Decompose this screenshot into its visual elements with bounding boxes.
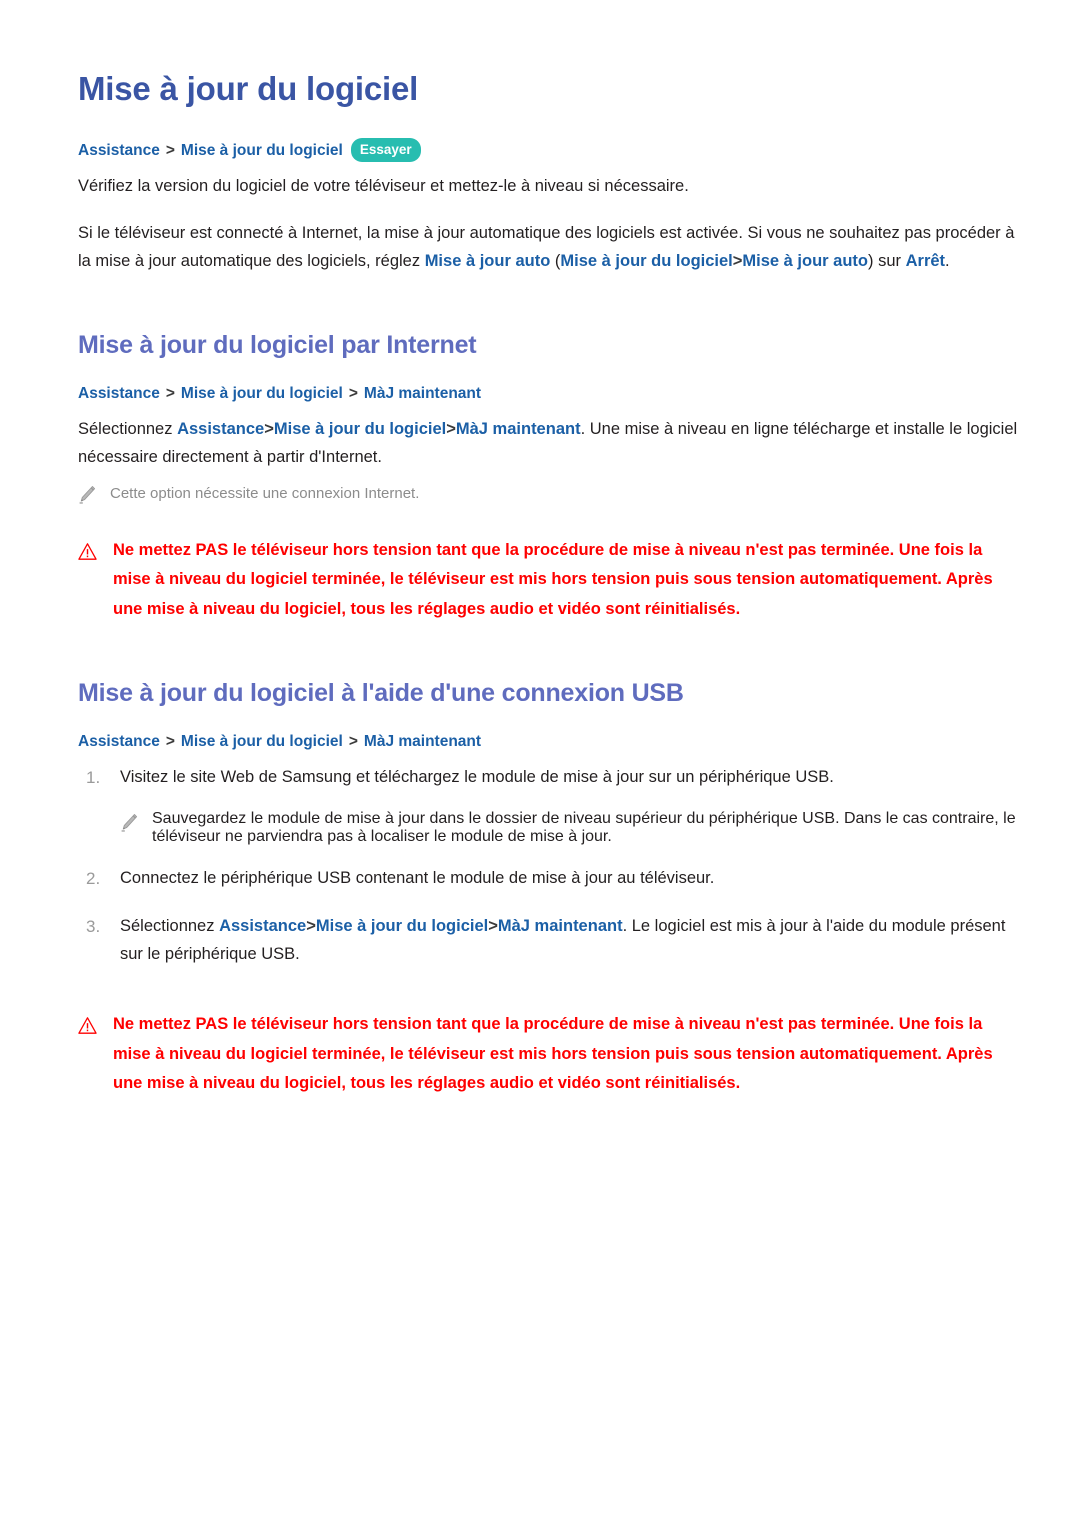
section-heading-internet: Mise à jour du logiciel par Internet [78,330,477,359]
paragraph-auto-update: Si le téléviseur est connecté à Internet… [78,219,1020,276]
link-assistance[interactable]: Assistance [177,420,264,438]
inline-separator-icon: > [446,419,456,438]
link-mise-a-jour-auto-1[interactable]: Mise à jour auto [425,252,551,270]
breadcrumb-item-software-update[interactable]: Mise à jour du logiciel [181,730,343,753]
warning-triangle-icon [78,542,97,561]
list-item-text: Sélectionnez Assistance>Mise à jour du l… [120,912,1020,969]
warning-block-usb: Ne mettez PAS le téléviseur hors tension… [78,1010,1020,1098]
breadcrumb-item-software-update[interactable]: Mise à jour du logiciel [181,382,343,405]
inline-separator-icon: > [488,916,498,935]
note-internet-connection: Cette option nécessite une connexion Int… [78,482,1020,506]
breadcrumb-item-update-now[interactable]: MàJ maintenant [364,382,481,405]
breadcrumb-section2: Assistance > Mise à jour du logiciel > M… [78,382,1020,405]
text-run: Sélectionnez [120,916,220,935]
list-item-text: Visitez le site Web de Samsung et téléch… [120,768,834,787]
note-save-to-root: Sauvegardez le module de mise à jour dan… [78,810,1020,846]
breadcrumb-item-assistance[interactable]: Assistance [78,382,160,405]
text-run: Sélectionnez [78,419,178,438]
breadcrumb-item-assistance[interactable]: Assistance [78,730,160,753]
warning-line: Ne mettez PAS le téléviseur hors tension… [113,1015,964,1034]
warning-text: Ne mettez PAS le téléviseur hors tension… [113,536,1020,624]
link-assistance[interactable]: Assistance [219,917,306,935]
section-heading-usb: Mise à jour du logiciel à l'aide d'une c… [78,678,684,707]
link-arret[interactable]: Arrêt [906,252,945,270]
breadcrumb-separator-icon: > [348,732,358,750]
spacer-row [78,894,1020,912]
try-badge[interactable]: Essayer [350,137,421,163]
text-run: ( [550,252,561,271]
inline-separator-icon: > [306,916,316,935]
warning-line: Ne mettez PAS le téléviseur hors tension… [113,540,964,559]
breadcrumb-section3: Assistance > Mise à jour du logiciel > M… [78,730,1020,753]
inline-separator-icon: > [732,252,743,271]
inline-separator-icon: > [264,419,274,438]
pencil-icon [78,485,96,505]
warning-text: Ne mettez PAS le téléviseur hors tension… [113,1010,1020,1098]
link-maj-maintenant[interactable]: MàJ maintenant [456,420,581,438]
note-text: Sauvegardez le module de mise à jour dan… [152,810,1016,846]
warning-block-internet: Ne mettez PAS le téléviseur hors tension… [78,536,1020,624]
page-title: Mise à jour du logiciel [78,70,419,107]
breadcrumb-separator-icon: > [165,141,175,159]
link-mise-a-jour-du-logiciel[interactable]: Mise à jour du logiciel [274,420,446,438]
pencil-icon [120,813,138,833]
breadcrumb-separator-icon: > [165,732,175,750]
list-item: 1. Visitez le site Web de Samsung et tél… [78,763,1020,792]
paragraph-internet-update: Sélectionnez Assistance>Mise à jour du l… [78,415,1020,472]
breadcrumb-item-software-update[interactable]: Mise à jour du logiciel [181,139,343,162]
link-mise-a-jour-auto-2[interactable]: Mise à jour auto [742,252,868,270]
list-item: 3. Sélectionnez Assistance>Mise à jour d… [78,912,1020,969]
breadcrumb-separator-icon: > [165,384,175,402]
list-item-text: Connectez le périphérique USB contenant … [120,869,715,888]
usb-steps-list: 1. Visitez le site Web de Samsung et tél… [78,763,1020,968]
text-run: . [945,252,950,271]
list-item-number: 3. [86,916,101,936]
link-mise-a-jour-du-logiciel[interactable]: Mise à jour du logiciel [560,252,732,270]
link-mise-a-jour-du-logiciel[interactable]: Mise à jour du logiciel [316,917,488,935]
breadcrumb-item-update-now[interactable]: MàJ maintenant [364,730,481,753]
list-item-number: 1. [86,768,101,788]
breadcrumb-separator-icon: > [348,384,358,402]
note-text: Cette option nécessite une connexion Int… [110,484,420,502]
text-run: ) sur [868,252,906,271]
breadcrumb-section1: Assistance > Mise à jour du logiciel Ess… [78,137,1020,163]
link-maj-maintenant[interactable]: MàJ maintenant [498,917,623,935]
breadcrumb-item-assistance[interactable]: Assistance [78,139,160,162]
list-item: 2. Connectez le périphérique USB contena… [78,864,1020,893]
list-item-number: 2. [86,869,101,889]
document-page: Mise à jour du logiciel Assistance > Mis… [0,0,1080,1527]
warning-triangle-icon [78,1016,97,1035]
paragraph-check-version: Vérifiez la version du logiciel de votre… [78,177,689,196]
list-item-note-wrapper: Sauvegardez le module de mise à jour dan… [78,792,1020,864]
